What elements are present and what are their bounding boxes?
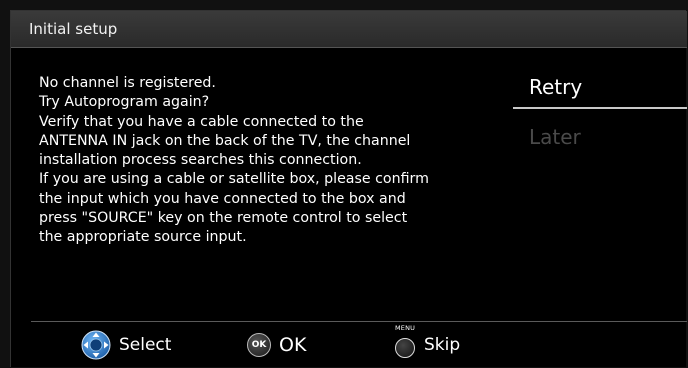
- select-label: Select: [119, 335, 172, 355]
- menu-button-text: MENU: [395, 324, 416, 332]
- footer-hints: Select OK OK MENU Skip: [11, 322, 687, 368]
- message-line: Try Autoprogram again?: [39, 94, 210, 111]
- ok-button-icon: OK: [247, 333, 271, 357]
- dialog-title: Initial setup: [29, 20, 118, 38]
- message-line: installation process searches this conne…: [39, 152, 362, 169]
- message-line: press "SOURCE" key on the remote control…: [39, 210, 408, 227]
- message-line: No channel is registered.: [39, 75, 216, 91]
- menu-button-circle: [395, 338, 415, 358]
- ok-hint: OK OK: [247, 330, 306, 360]
- dpad-icon: [81, 330, 111, 360]
- skip-hint: MENU Skip: [394, 324, 461, 360]
- option-list: Retry Later: [513, 69, 687, 159]
- ok-label: OK: [279, 334, 307, 356]
- message-line: the appropriate source input.: [39, 229, 247, 246]
- retry-option[interactable]: Retry: [513, 69, 687, 109]
- later-option: Later: [529, 125, 581, 149]
- select-hint: Select: [81, 330, 171, 360]
- initial-setup-dialog: Initial setup No channel is registered. …: [10, 10, 687, 368]
- message-line: Verify that you have a cable connected t…: [39, 113, 364, 130]
- message-text: No channel is registered. Try Autoprogra…: [39, 74, 499, 248]
- skip-label: Skip: [424, 335, 461, 355]
- message-line: If you are using a cable or satellite bo…: [39, 171, 429, 188]
- dialog-title-bar: Initial setup: [11, 11, 687, 48]
- message-line: the input which you have connected to th…: [39, 190, 406, 207]
- menu-button-icon: MENU: [394, 324, 416, 360]
- message-line: ANTENNA IN jack on the back of the TV, t…: [39, 132, 411, 149]
